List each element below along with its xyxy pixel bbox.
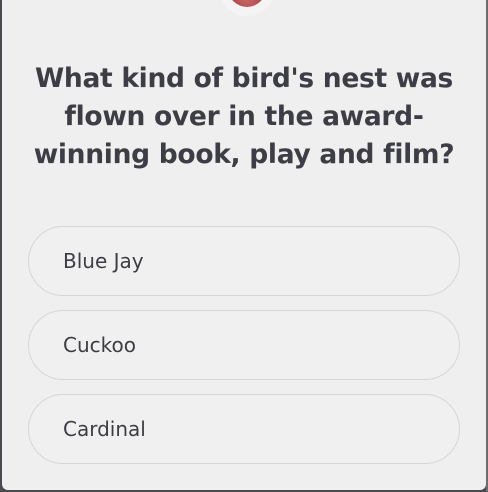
question-text: What kind of bird's nest was flown over … xyxy=(33,63,455,170)
answer-option-label: Cuckoo xyxy=(63,333,136,357)
answer-option-blue-jay[interactable]: Blue Jay xyxy=(28,226,460,296)
answer-option-cardinal[interactable]: Cardinal xyxy=(28,394,460,464)
avatar xyxy=(219,0,275,16)
quiz-card: What kind of bird's nest was flown over … xyxy=(2,0,486,490)
answer-option-label: Blue Jay xyxy=(63,249,144,273)
avatar-icon xyxy=(228,0,266,7)
answer-option-cuckoo[interactable]: Cuckoo xyxy=(28,310,460,380)
answer-option-label: Cardinal xyxy=(63,417,146,441)
